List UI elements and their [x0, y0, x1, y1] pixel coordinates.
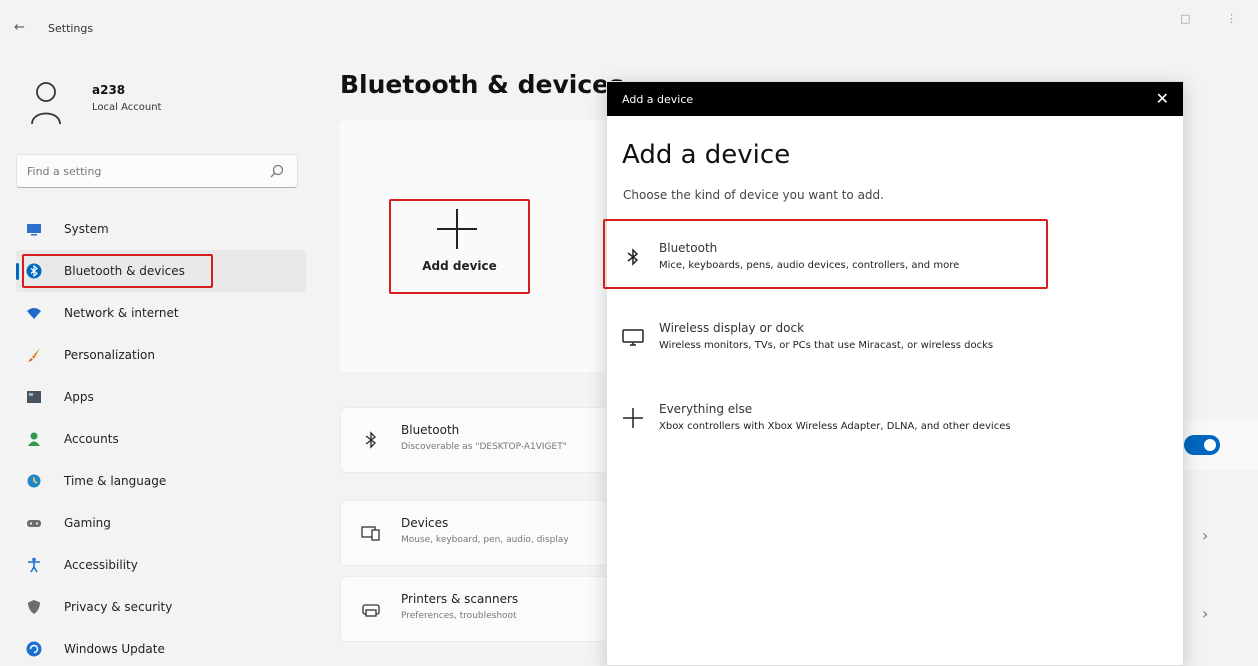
active-indicator — [16, 263, 19, 280]
person-icon — [28, 432, 40, 446]
sidebar-item-label: Privacy & security — [64, 600, 173, 614]
sidebar-nav: System Bluetooth & devices Network & int… — [16, 208, 306, 666]
sidebar-item-personalization[interactable]: Personalization — [16, 334, 306, 376]
back-arrow-icon[interactable]: ← — [14, 20, 25, 35]
search-icon — [270, 164, 284, 178]
sidebar-item-label: Time & language — [64, 474, 167, 488]
brush-icon — [28, 348, 40, 362]
dialog-title-bar: Add a device ✕ — [607, 82, 1183, 116]
more-icon[interactable]: ⋮ — [1226, 12, 1237, 25]
row-subtitle: Mouse, keyboard, pen, audio, display — [401, 535, 569, 545]
sidebar-item-label: System — [64, 222, 109, 236]
highlight-box — [22, 254, 213, 288]
update-icon — [26, 641, 42, 657]
sidebar-item-network[interactable]: Network & internet — [16, 292, 306, 334]
chevron-right-icon[interactable]: › — [1202, 604, 1208, 623]
devices-row[interactable]: Devices Mouse, keyboard, pen, audio, dis… — [340, 500, 610, 566]
option-subtitle: Wireless monitors, TVs, or PCs that use … — [659, 340, 994, 351]
sidebar-item-label: Accessibility — [64, 558, 138, 572]
add-device-button[interactable]: Add device — [389, 199, 530, 294]
bluetooth-icon — [627, 248, 639, 266]
monitor-icon — [27, 224, 41, 236]
option-title: Bluetooth — [659, 241, 718, 255]
sidebar-item-gaming[interactable]: Gaming — [16, 502, 306, 544]
add-device-dialog: Add a device ✕ Add a device Choose the k… — [603, 81, 1184, 666]
display-icon — [622, 329, 644, 346]
bluetooth-toggle[interactable] — [1184, 435, 1220, 455]
dialog-bar-title: Add a device — [622, 93, 694, 106]
sidebar-item-label: Accounts — [64, 432, 119, 446]
app-title: Settings — [48, 22, 94, 35]
shield-icon — [28, 600, 40, 614]
dialog-subtitle: Choose the kind of device you want to ad… — [623, 188, 884, 202]
restore-icon[interactable]: □ — [1180, 12, 1190, 25]
option-title: Everything else — [659, 402, 753, 416]
bluetooth-icon — [365, 431, 377, 449]
sidebar-item-system[interactable]: System — [16, 208, 306, 250]
sidebar-item-label: Apps — [64, 390, 94, 404]
apps-icon — [27, 391, 41, 403]
bluetooth-row[interactable]: Bluetooth Discoverable as "DESKTOP-A1VIG… — [340, 407, 610, 473]
option-bluetooth[interactable]: Bluetooth Mice, keyboards, pens, audio d… — [603, 219, 1183, 293]
add-device-label: Add device — [422, 259, 497, 273]
globe-clock-icon — [27, 474, 41, 488]
accessibility-icon — [28, 557, 40, 573]
search-box[interactable] — [16, 154, 298, 188]
sidebar-item-label: Gaming — [64, 516, 111, 530]
page-title: Bluetooth & devices — [340, 70, 625, 99]
printer-icon — [362, 604, 380, 617]
sidebar-item-accessibility[interactable]: Accessibility — [16, 544, 306, 586]
toggle-knob — [1204, 439, 1216, 451]
option-subtitle: Xbox controllers with Xbox Wireless Adap… — [659, 421, 1011, 432]
row-subtitle: Preferences, troubleshoot — [401, 611, 517, 621]
option-wireless-display[interactable]: Wireless display or dock Wireless monito… — [607, 303, 1183, 373]
sidebar-item-privacy-security[interactable]: Privacy & security — [16, 586, 306, 628]
printers-row[interactable]: Printers & scanners Preferences, trouble… — [340, 576, 610, 642]
row-title: Printers & scanners — [401, 592, 519, 606]
sidebar-item-label: Personalization — [64, 348, 155, 362]
option-title: Wireless display or dock — [659, 321, 805, 335]
option-everything-else[interactable]: Everything else Xbox controllers with Xb… — [607, 384, 1183, 454]
user-profile[interactable]: a238 Local Account — [30, 80, 290, 130]
row-title: Devices — [401, 516, 449, 530]
sidebar-item-apps[interactable]: Apps — [16, 376, 306, 418]
plus-icon — [437, 209, 477, 249]
row-subtitle: Discoverable as "DESKTOP-A1VIGET" — [401, 442, 567, 452]
title-bar: ← Settings □ ⋮ — [0, 0, 1258, 52]
dialog-heading: Add a device — [622, 140, 791, 170]
user-name: a238 — [92, 83, 126, 97]
close-icon[interactable]: ✕ — [1156, 89, 1169, 108]
wifi-icon — [27, 308, 41, 319]
sidebar-item-windows-update[interactable]: Windows Update — [16, 628, 306, 666]
avatar — [31, 82, 61, 125]
sidebar-item-bluetooth-devices[interactable]: Bluetooth & devices — [16, 250, 306, 292]
plus-icon — [623, 408, 643, 428]
sidebar-item-label: Windows Update — [64, 642, 165, 656]
sidebar-item-time-language[interactable]: Time & language — [16, 460, 306, 502]
sidebar-item-accounts[interactable]: Accounts — [16, 418, 306, 460]
devices-icon — [361, 526, 380, 541]
search-input[interactable] — [27, 162, 257, 180]
controller-icon — [27, 520, 41, 527]
row-title: Bluetooth — [401, 423, 460, 437]
chevron-right-icon[interactable]: › — [1202, 526, 1208, 545]
option-subtitle: Mice, keyboards, pens, audio devices, co… — [659, 260, 960, 271]
sidebar-item-label: Network & internet — [64, 306, 179, 320]
account-type: Local Account — [92, 102, 162, 113]
